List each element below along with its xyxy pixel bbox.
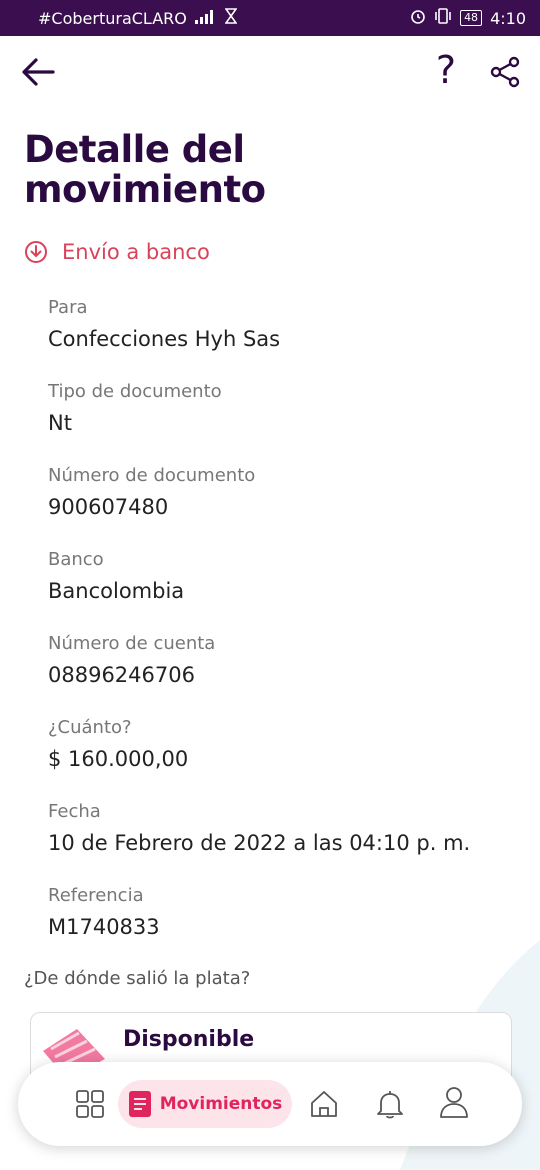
field-label: Fecha xyxy=(48,801,101,822)
hourglass-icon xyxy=(224,8,238,28)
field-numero-cuenta: Número de cuenta 08896246706 xyxy=(48,632,215,690)
field-label: Banco xyxy=(48,549,104,570)
field-tipo-documento: Tipo de documento Nt xyxy=(48,380,222,438)
field-value: Bancolombia xyxy=(48,579,185,603)
nav-item-profile[interactable] xyxy=(434,1082,474,1122)
document-list-icon xyxy=(128,1091,151,1117)
field-value: M1740833 xyxy=(48,915,160,939)
user-icon xyxy=(440,1087,468,1118)
field-value: 10 de Febrero de 2022 a las 04:10 p. m. xyxy=(48,831,471,855)
nav-item-products[interactable] xyxy=(70,1084,110,1124)
field-numero-documento: Número de documento 900607480 xyxy=(48,464,255,522)
status-right: 48 4:10 xyxy=(410,8,526,28)
field-value: $ 160.000,00 xyxy=(48,747,189,771)
page-title: Detalle del movimiento xyxy=(24,128,266,211)
field-fecha: Fecha 10 de Febrero de 2022 a las 04:10 … xyxy=(48,800,470,858)
field-value: 08896246706 xyxy=(48,663,195,687)
source-question: ¿De dónde salió la plata? xyxy=(24,968,251,989)
nav-movimientos-label: Movimientos xyxy=(159,1094,283,1114)
grid-icon xyxy=(76,1090,104,1118)
field-cuanto: ¿Cuánto? $ 160.000,00 xyxy=(48,716,188,774)
transaction-type: Envío a banco xyxy=(24,240,210,264)
nav-item-notifications[interactable] xyxy=(370,1084,410,1124)
field-label: Número de cuenta xyxy=(48,633,216,654)
transaction-type-label: Envío a banco xyxy=(62,240,210,264)
field-para: Para Confecciones Hyh Sas xyxy=(48,296,280,354)
vibrate-icon xyxy=(434,8,452,28)
arrow-down-circle-icon xyxy=(25,241,47,263)
field-value: Nt xyxy=(48,411,72,435)
source-card-title: Disponible xyxy=(123,1027,255,1052)
field-banco: Banco Bancolombia xyxy=(48,548,184,606)
back-button[interactable] xyxy=(18,52,58,92)
battery-icon: 48 xyxy=(460,10,483,26)
bottom-nav: Movimientos xyxy=(18,1062,522,1146)
field-value: Confecciones Hyh Sas xyxy=(48,327,281,351)
top-bar: ? xyxy=(0,36,540,104)
bell-icon xyxy=(377,1091,403,1119)
home-icon xyxy=(311,1091,337,1117)
share-button[interactable] xyxy=(486,52,526,92)
status-left: #CoberturaCLARO xyxy=(38,8,238,28)
field-value: 900607480 xyxy=(48,495,169,519)
help-icon: ? xyxy=(435,48,457,92)
field-label: Para xyxy=(48,297,88,318)
help-button[interactable]: ? xyxy=(426,48,466,92)
status-time: 4:10 xyxy=(490,8,526,28)
field-label: ¿Cuánto? xyxy=(48,717,132,738)
nav-item-home[interactable] xyxy=(304,1084,344,1124)
field-label: Número de documento xyxy=(48,465,256,486)
arrow-left-icon xyxy=(22,58,55,86)
signal-icon xyxy=(194,9,217,28)
alarm-icon xyxy=(410,8,426,28)
field-label: Tipo de documento xyxy=(48,381,222,402)
nav-item-movimientos[interactable]: Movimientos xyxy=(118,1080,292,1128)
field-label: Referencia xyxy=(48,885,144,906)
share-icon xyxy=(490,56,520,88)
field-referencia: Referencia M1740833 xyxy=(48,884,160,942)
carrier-label: #CoberturaCLARO xyxy=(38,8,187,28)
status-bar: #CoberturaCLARO 48 4:10 xyxy=(0,0,540,36)
